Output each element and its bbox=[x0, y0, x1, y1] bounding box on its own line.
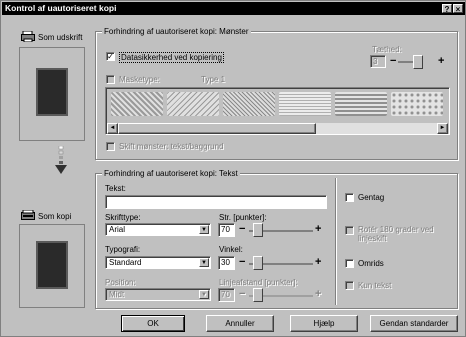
outline-checkbox[interactable] bbox=[345, 259, 354, 268]
copy-label: Som kopi bbox=[38, 212, 72, 221]
angle-label: Vinkel: bbox=[219, 245, 243, 254]
repeat-label: Gentag bbox=[358, 193, 385, 202]
position-dropdown-arrow[interactable]: ▼ bbox=[199, 290, 209, 299]
density-plus-button[interactable]: + bbox=[438, 56, 444, 67]
density-slider-knob[interactable] bbox=[413, 55, 423, 69]
original-preview-page bbox=[36, 68, 68, 116]
scroll-right-button[interactable]: ► bbox=[437, 123, 448, 134]
size-plus-button[interactable]: + bbox=[315, 224, 321, 235]
hide-pattern-checkbox[interactable] bbox=[106, 142, 115, 151]
angle-field[interactable]: 30 bbox=[218, 256, 235, 270]
font-dropdown-arrow[interactable]: ▼ bbox=[199, 225, 209, 234]
typography-label: Typografi: bbox=[105, 245, 141, 254]
rotate-label: Rotér 180 grader ved linjeskift bbox=[358, 225, 434, 243]
ok-button[interactable]: OK bbox=[121, 315, 185, 332]
close-button[interactable]: × bbox=[453, 4, 463, 14]
linespacing-label: Linjeafstand [punkter]: bbox=[219, 278, 298, 287]
size-label: Str. [punkter]: bbox=[219, 213, 267, 222]
typography-dropdown-arrow[interactable]: ▼ bbox=[199, 258, 209, 267]
linespacing-minus-button[interactable]: − bbox=[239, 289, 245, 300]
text-group-divider bbox=[335, 178, 336, 305]
position-label: Position: bbox=[105, 278, 136, 287]
dialog-window: Kontrol af uautoriseret kopi ? × Som uds… bbox=[0, 0, 466, 337]
pattern-swatch-6[interactable] bbox=[391, 92, 443, 116]
font-dropdown[interactable]: Arial ▼ bbox=[105, 223, 211, 236]
density-field[interactable]: 3 bbox=[370, 55, 386, 68]
angle-minus-button[interactable]: − bbox=[239, 257, 245, 268]
size-field[interactable]: 70 bbox=[218, 223, 235, 237]
angle-plus-button[interactable]: + bbox=[315, 257, 321, 268]
textonly-label: Kun tekst bbox=[358, 281, 392, 290]
scroll-thumb[interactable] bbox=[118, 123, 316, 134]
printer-icon bbox=[21, 30, 35, 44]
security-checkbox[interactable]: ✓ bbox=[106, 52, 115, 61]
pattern-swatch-4[interactable] bbox=[279, 92, 331, 116]
rotate-checkbox[interactable] bbox=[345, 226, 354, 235]
pattern-scrollbar[interactable]: ◄ ► bbox=[107, 123, 448, 134]
original-preview-frame bbox=[19, 47, 85, 141]
pattern-swatch-3[interactable] bbox=[223, 92, 275, 116]
density-minus-button[interactable]: − bbox=[390, 56, 396, 67]
masktype-value: Type 1 bbox=[201, 75, 226, 84]
text-group-title: Forhindring af uautoriseret kopi: Tekst bbox=[102, 169, 240, 178]
text-input[interactable] bbox=[105, 195, 327, 209]
pattern-swatch-1[interactable] bbox=[111, 92, 163, 116]
angle-slider-knob[interactable] bbox=[253, 256, 263, 270]
original-label: Som udskrift bbox=[38, 33, 83, 42]
density-label: Tæthed: bbox=[372, 45, 402, 54]
window-title: Kontrol af uautoriseret kopi bbox=[5, 3, 117, 13]
help-title-button[interactable]: ? bbox=[442, 4, 452, 14]
scroll-left-button[interactable]: ◄ bbox=[107, 123, 118, 134]
masktype-label: Masketype: bbox=[119, 75, 160, 84]
defaults-button[interactable]: Gendan standarder bbox=[370, 315, 458, 332]
hide-pattern-label: Skift mønster: tekst/baggrund bbox=[119, 142, 224, 151]
size-slider-knob[interactable] bbox=[253, 223, 263, 237]
scanner-icon bbox=[21, 209, 35, 223]
help-button[interactable]: Hjælp bbox=[290, 315, 358, 332]
arrow-down-icon bbox=[54, 145, 68, 178]
masktype-checkbox[interactable] bbox=[106, 75, 115, 84]
linespacing-plus-button[interactable]: + bbox=[315, 289, 321, 300]
linespacing-slider-knob[interactable] bbox=[253, 288, 263, 302]
typography-dropdown[interactable]: Standard ▼ bbox=[105, 256, 211, 269]
font-label: Skrifttype: bbox=[105, 213, 141, 222]
position-dropdown[interactable]: Midt ▼ bbox=[105, 288, 211, 301]
repeat-checkbox[interactable] bbox=[345, 193, 354, 202]
textonly-checkbox[interactable] bbox=[345, 281, 354, 290]
pattern-group-title: Forhindring af uautoriseret kopi: Mønste… bbox=[102, 27, 251, 36]
copy-preview-frame bbox=[19, 224, 85, 308]
copy-preview-page bbox=[36, 241, 68, 289]
title-bar: Kontrol af uautoriseret kopi ? × bbox=[2, 2, 465, 15]
text-label: Tekst: bbox=[105, 184, 126, 193]
cancel-button[interactable]: Annuller bbox=[206, 315, 274, 332]
linespacing-field[interactable]: 70 bbox=[218, 288, 235, 302]
pattern-swatch-2[interactable] bbox=[167, 92, 219, 116]
outline-label: Omrids bbox=[358, 259, 384, 268]
pattern-swatch-5[interactable] bbox=[335, 92, 387, 116]
size-minus-button[interactable]: − bbox=[239, 224, 245, 235]
security-checkbox-label[interactable]: Datasikkerhed ved kopiering bbox=[119, 52, 224, 63]
